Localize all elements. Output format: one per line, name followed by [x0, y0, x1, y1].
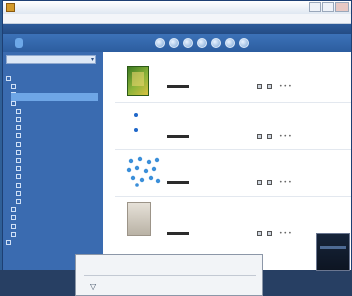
- tree-item[interactable]: [16, 150, 98, 163]
- meta-bar: [167, 181, 189, 184]
- address-bar[interactable]: [3, 24, 351, 34]
- molecule: [146, 159, 152, 165]
- tree-item[interactable]: [16, 191, 98, 204]
- molecule: [137, 156, 143, 162]
- nav-circle-icon[interactable]: [155, 38, 165, 48]
- tree-item[interactable]: [11, 207, 98, 221]
- molecule: [151, 166, 157, 172]
- nav-circle-icon[interactable]: [225, 38, 235, 48]
- preview-thumbnail[interactable]: [316, 233, 350, 271]
- tree-item[interactable]: [11, 84, 98, 98]
- meta-bar: [167, 85, 189, 88]
- meta-bar: [167, 135, 189, 138]
- meta-icon[interactable]: [257, 84, 262, 89]
- molecule: [126, 167, 132, 173]
- app-icon: [6, 3, 15, 12]
- meta-icon[interactable]: [267, 231, 272, 236]
- tree-item[interactable]: [11, 199, 98, 213]
- molecules-thumbnail[interactable]: [125, 155, 161, 187]
- molecule: [128, 158, 134, 164]
- more-icon[interactable]: •••: [279, 134, 293, 140]
- dialog-divider: [84, 275, 256, 276]
- minimize-button[interactable]: [309, 2, 321, 12]
- nav-circle-icon[interactable]: [169, 38, 179, 48]
- molecule: [134, 165, 140, 171]
- bullet-icon: [134, 113, 138, 117]
- chevron-down-icon: ▾: [90, 56, 94, 63]
- nav-circle-icon[interactable]: [197, 38, 207, 48]
- molecule: [154, 157, 160, 163]
- tree-item[interactable]: [16, 134, 98, 147]
- more-icon[interactable]: •••: [279, 180, 293, 186]
- more-icon[interactable]: •••: [279, 84, 293, 90]
- molecule: [155, 178, 161, 184]
- divider: [115, 102, 351, 103]
- resource-list: ••• ••• ••• •••: [103, 52, 351, 271]
- tree-item[interactable]: [16, 117, 98, 131]
- nav-circle-icon[interactable]: [183, 38, 193, 48]
- tree-item[interactable]: [16, 109, 98, 122]
- divider: [115, 196, 351, 197]
- bullet-icon: [134, 128, 138, 132]
- tree-item[interactable]: [11, 76, 98, 90]
- preview-dialog: ▽: [75, 254, 263, 296]
- tree-item[interactable]: [11, 224, 98, 237]
- photo-thumbnail[interactable]: [127, 202, 151, 236]
- tree-item[interactable]: [11, 92, 98, 106]
- maximize-button[interactable]: [322, 2, 334, 12]
- tree-item[interactable]: [16, 101, 98, 114]
- tree-item[interactable]: [16, 175, 98, 188]
- book-thumbnail[interactable]: [127, 66, 149, 96]
- meta-icon[interactable]: [267, 180, 272, 185]
- preview-thumbnail-bar: [320, 246, 346, 249]
- divider: [115, 149, 351, 150]
- category-dropdown[interactable]: ▾: [6, 55, 96, 64]
- molecule: [143, 168, 149, 174]
- meta-icon[interactable]: [257, 134, 262, 139]
- close-button[interactable]: [335, 2, 349, 12]
- tree-item[interactable]: [16, 125, 98, 139]
- title-bar: [3, 1, 351, 15]
- tree-item[interactable]: [16, 166, 98, 180]
- more-icon[interactable]: •••: [279, 231, 293, 237]
- tree-item[interactable]: [11, 216, 98, 229]
- tree-item[interactable]: [6, 68, 98, 81]
- molecule: [139, 177, 145, 183]
- tree-item[interactable]: [16, 142, 98, 155]
- meta-bar: [167, 232, 189, 235]
- menu-bar: [3, 14, 351, 24]
- molecule: [148, 175, 154, 181]
- molecule: [135, 183, 139, 187]
- meta-icon[interactable]: [267, 84, 272, 89]
- meta-icon[interactable]: [257, 180, 262, 185]
- meta-icon[interactable]: [267, 134, 272, 139]
- tree-item[interactable]: [16, 158, 98, 172]
- meta-icon[interactable]: [257, 231, 262, 236]
- nav-circle-icon[interactable]: [239, 38, 249, 48]
- sidebar: ▾: [3, 52, 103, 271]
- tree-item[interactable]: [16, 183, 98, 196]
- tab-primary[interactable]: [15, 38, 23, 48]
- browser-window: ▾ ••• ••• ••• •••: [2, 0, 352, 272]
- toolbar: [3, 34, 351, 53]
- nav-circle-icon[interactable]: [211, 38, 221, 48]
- filter-icon[interactable]: ▽: [90, 282, 96, 291]
- tree-node-icon[interactable]: [6, 240, 11, 245]
- molecule: [130, 175, 136, 181]
- tree-item[interactable]: [6, 232, 98, 245]
